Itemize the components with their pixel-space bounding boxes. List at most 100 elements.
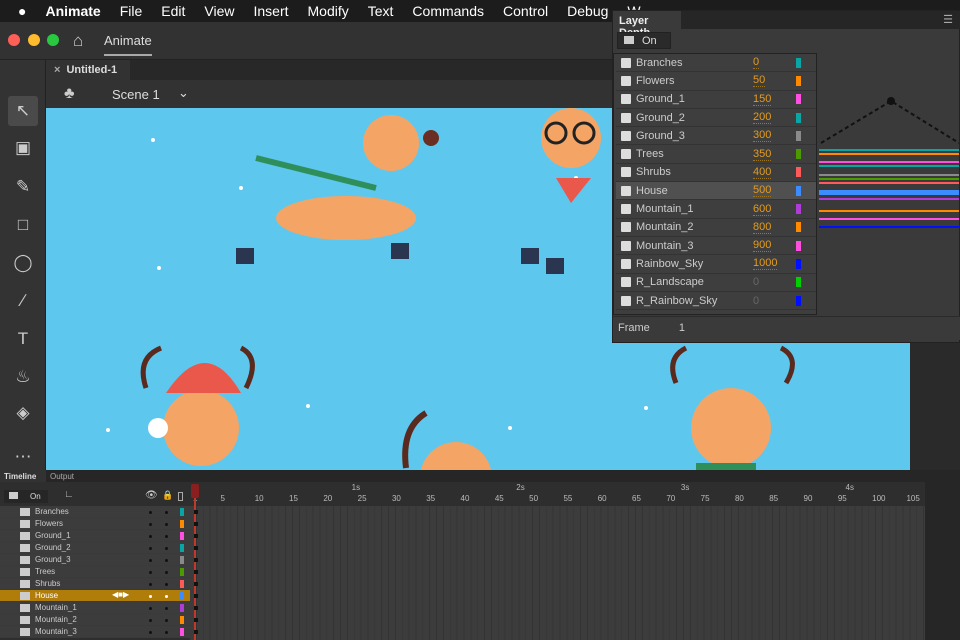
layer-color-swatch[interactable] — [180, 508, 184, 516]
layer-color-swatch[interactable] — [796, 222, 801, 233]
depth-layer-row[interactable]: Ground_3 300 — [616, 127, 816, 146]
paint-bucket-tool-icon[interactable]: ♨ — [8, 362, 38, 392]
depth-toggle-button[interactable]: On — [4, 490, 48, 503]
menu-file[interactable]: File — [120, 3, 143, 19]
keyframe[interactable] — [194, 534, 198, 538]
maximize-window-button[interactable] — [47, 34, 59, 46]
keyframe-nav-icon[interactable]: ◀■▶ — [112, 590, 129, 599]
layer-parenting-icon[interactable]: ∟ — [64, 489, 74, 500]
layer-color-swatch[interactable] — [180, 532, 184, 540]
free-transform-tool-icon[interactable]: ▣ — [8, 133, 38, 163]
layer-depth-value[interactable]: 600 — [753, 203, 772, 216]
keyframe[interactable] — [194, 594, 198, 598]
frames-grid[interactable] — [190, 506, 925, 640]
symbol-icon[interactable]: ♣ — [64, 85, 75, 103]
keyframe[interactable] — [194, 558, 198, 562]
visibility-dot[interactable] — [149, 571, 152, 574]
depth-layer-row[interactable]: Ground_2 200 — [616, 109, 816, 128]
menu-app[interactable]: Animate — [45, 3, 100, 19]
depth-layer-row[interactable]: R_Rainbow_Sky 0 — [616, 292, 816, 311]
playhead[interactable] — [191, 484, 199, 498]
minimize-window-button[interactable] — [28, 34, 40, 46]
layer-depth-value[interactable]: 50 — [753, 74, 766, 88]
layer-color-swatch[interactable] — [180, 580, 184, 588]
menu-view[interactable]: View — [204, 3, 234, 19]
visibility-dot[interactable] — [149, 523, 152, 526]
timeline-layer-row[interactable]: Mountain_3 — [0, 626, 190, 638]
layer-depth-value[interactable]: 900 — [753, 239, 772, 253]
timeline-layer-row[interactable]: Branches — [0, 506, 190, 518]
layer-color-swatch[interactable] — [796, 240, 801, 251]
lock-dot[interactable] — [165, 595, 168, 598]
panel-menu-icon[interactable]: ☰ — [943, 13, 953, 26]
line-tool-icon[interactable]: ∕ — [8, 286, 38, 316]
menu-commands[interactable]: Commands — [412, 3, 484, 19]
layer-color-swatch[interactable] — [796, 57, 801, 68]
visibility-dot[interactable] — [149, 511, 152, 514]
text-tool-icon[interactable]: T — [8, 324, 38, 354]
visibility-dot[interactable] — [149, 547, 152, 550]
keyframe[interactable] — [194, 618, 198, 622]
layer-color-swatch[interactable] — [180, 568, 184, 576]
timeline-layer-row[interactable]: Ground_3 — [0, 554, 190, 566]
layer-color-swatch[interactable] — [180, 604, 184, 612]
keyframe[interactable] — [194, 582, 198, 586]
lock-dot[interactable] — [165, 583, 168, 586]
depth-layer-row[interactable]: House 500 — [616, 182, 816, 201]
layer-depth-value[interactable]: 150 — [753, 93, 772, 106]
timeline-layer-row[interactable]: Mountain_1 — [0, 602, 190, 614]
visibility-dot[interactable] — [149, 631, 152, 634]
timeline-scrollbar[interactable] — [925, 482, 960, 640]
layer-color-swatch[interactable] — [796, 258, 801, 269]
keyframe[interactable] — [194, 630, 198, 634]
keyframe[interactable] — [194, 570, 198, 574]
lock-dot[interactable] — [165, 511, 168, 514]
tab-timeline[interactable]: Timeline — [0, 470, 46, 482]
menu-insert[interactable]: Insert — [253, 3, 288, 19]
layer-color-swatch[interactable] — [796, 185, 801, 196]
frame-ruler[interactable]: 1510152025303540455055606570758085909510… — [190, 482, 925, 506]
menu-modify[interactable]: Modify — [308, 3, 349, 19]
menu-text[interactable]: Text — [368, 3, 394, 19]
layer-color-swatch[interactable] — [180, 556, 184, 564]
lock-dot[interactable] — [165, 523, 168, 526]
menu-edit[interactable]: Edit — [161, 3, 185, 19]
lock-dot[interactable] — [165, 559, 168, 562]
eye-icon[interactable]: 👁 — [145, 490, 158, 501]
depth-layer-row[interactable]: Shrubs 400 — [616, 164, 816, 183]
brush-tool-icon[interactable]: ✎ — [8, 172, 38, 202]
layer-color-swatch[interactable] — [796, 167, 801, 178]
tab-output[interactable]: Output — [50, 472, 74, 481]
layer-depth-value[interactable]: 300 — [753, 129, 772, 143]
layer-depth-tab[interactable]: Layer Depth — [613, 11, 681, 39]
visibility-dot[interactable] — [149, 619, 152, 622]
layer-depth-value[interactable]: 0 — [753, 295, 759, 307]
timeline-layer-row[interactable]: House ◀■▶ — [0, 590, 190, 602]
lock-dot[interactable] — [165, 619, 168, 622]
menu-control[interactable]: Control — [503, 3, 548, 19]
oval-tool-icon[interactable]: ◯ — [8, 248, 38, 278]
lock-dot[interactable] — [165, 607, 168, 610]
timeline-layer-row[interactable]: Trees — [0, 566, 190, 578]
layer-color-swatch[interactable] — [180, 628, 184, 636]
depth-layer-row[interactable]: R_Landscape 0 — [616, 274, 816, 292]
depth-layer-row[interactable]: Ground_1 150 — [616, 91, 816, 109]
keyframe[interactable] — [194, 522, 198, 526]
visibility-dot[interactable] — [149, 559, 152, 562]
depth-layer-row[interactable]: Mountain_1 600 — [616, 200, 816, 219]
keyframe[interactable] — [194, 606, 198, 610]
document-tab[interactable]: × Untitled-1 — [46, 60, 130, 80]
frame-value[interactable]: 1 — [679, 322, 685, 334]
layer-color-swatch[interactable] — [796, 295, 801, 306]
lock-dot[interactable] — [165, 547, 168, 550]
depth-layer-row[interactable]: Mountain_3 900 — [616, 237, 816, 256]
layer-color-swatch[interactable] — [796, 130, 801, 141]
scene-selector[interactable]: Scene 1 — [112, 87, 160, 102]
keyframe[interactable] — [194, 546, 198, 550]
menu-debug[interactable]: Debug — [567, 3, 608, 19]
depth-layer-row[interactable]: Rainbow_Sky 1000 — [616, 255, 816, 274]
layer-color-swatch[interactable] — [796, 94, 801, 105]
layer-color-swatch[interactable] — [796, 75, 801, 86]
layer-depth-value[interactable]: 800 — [753, 221, 772, 234]
layer-depth-value[interactable]: 500 — [753, 184, 772, 198]
